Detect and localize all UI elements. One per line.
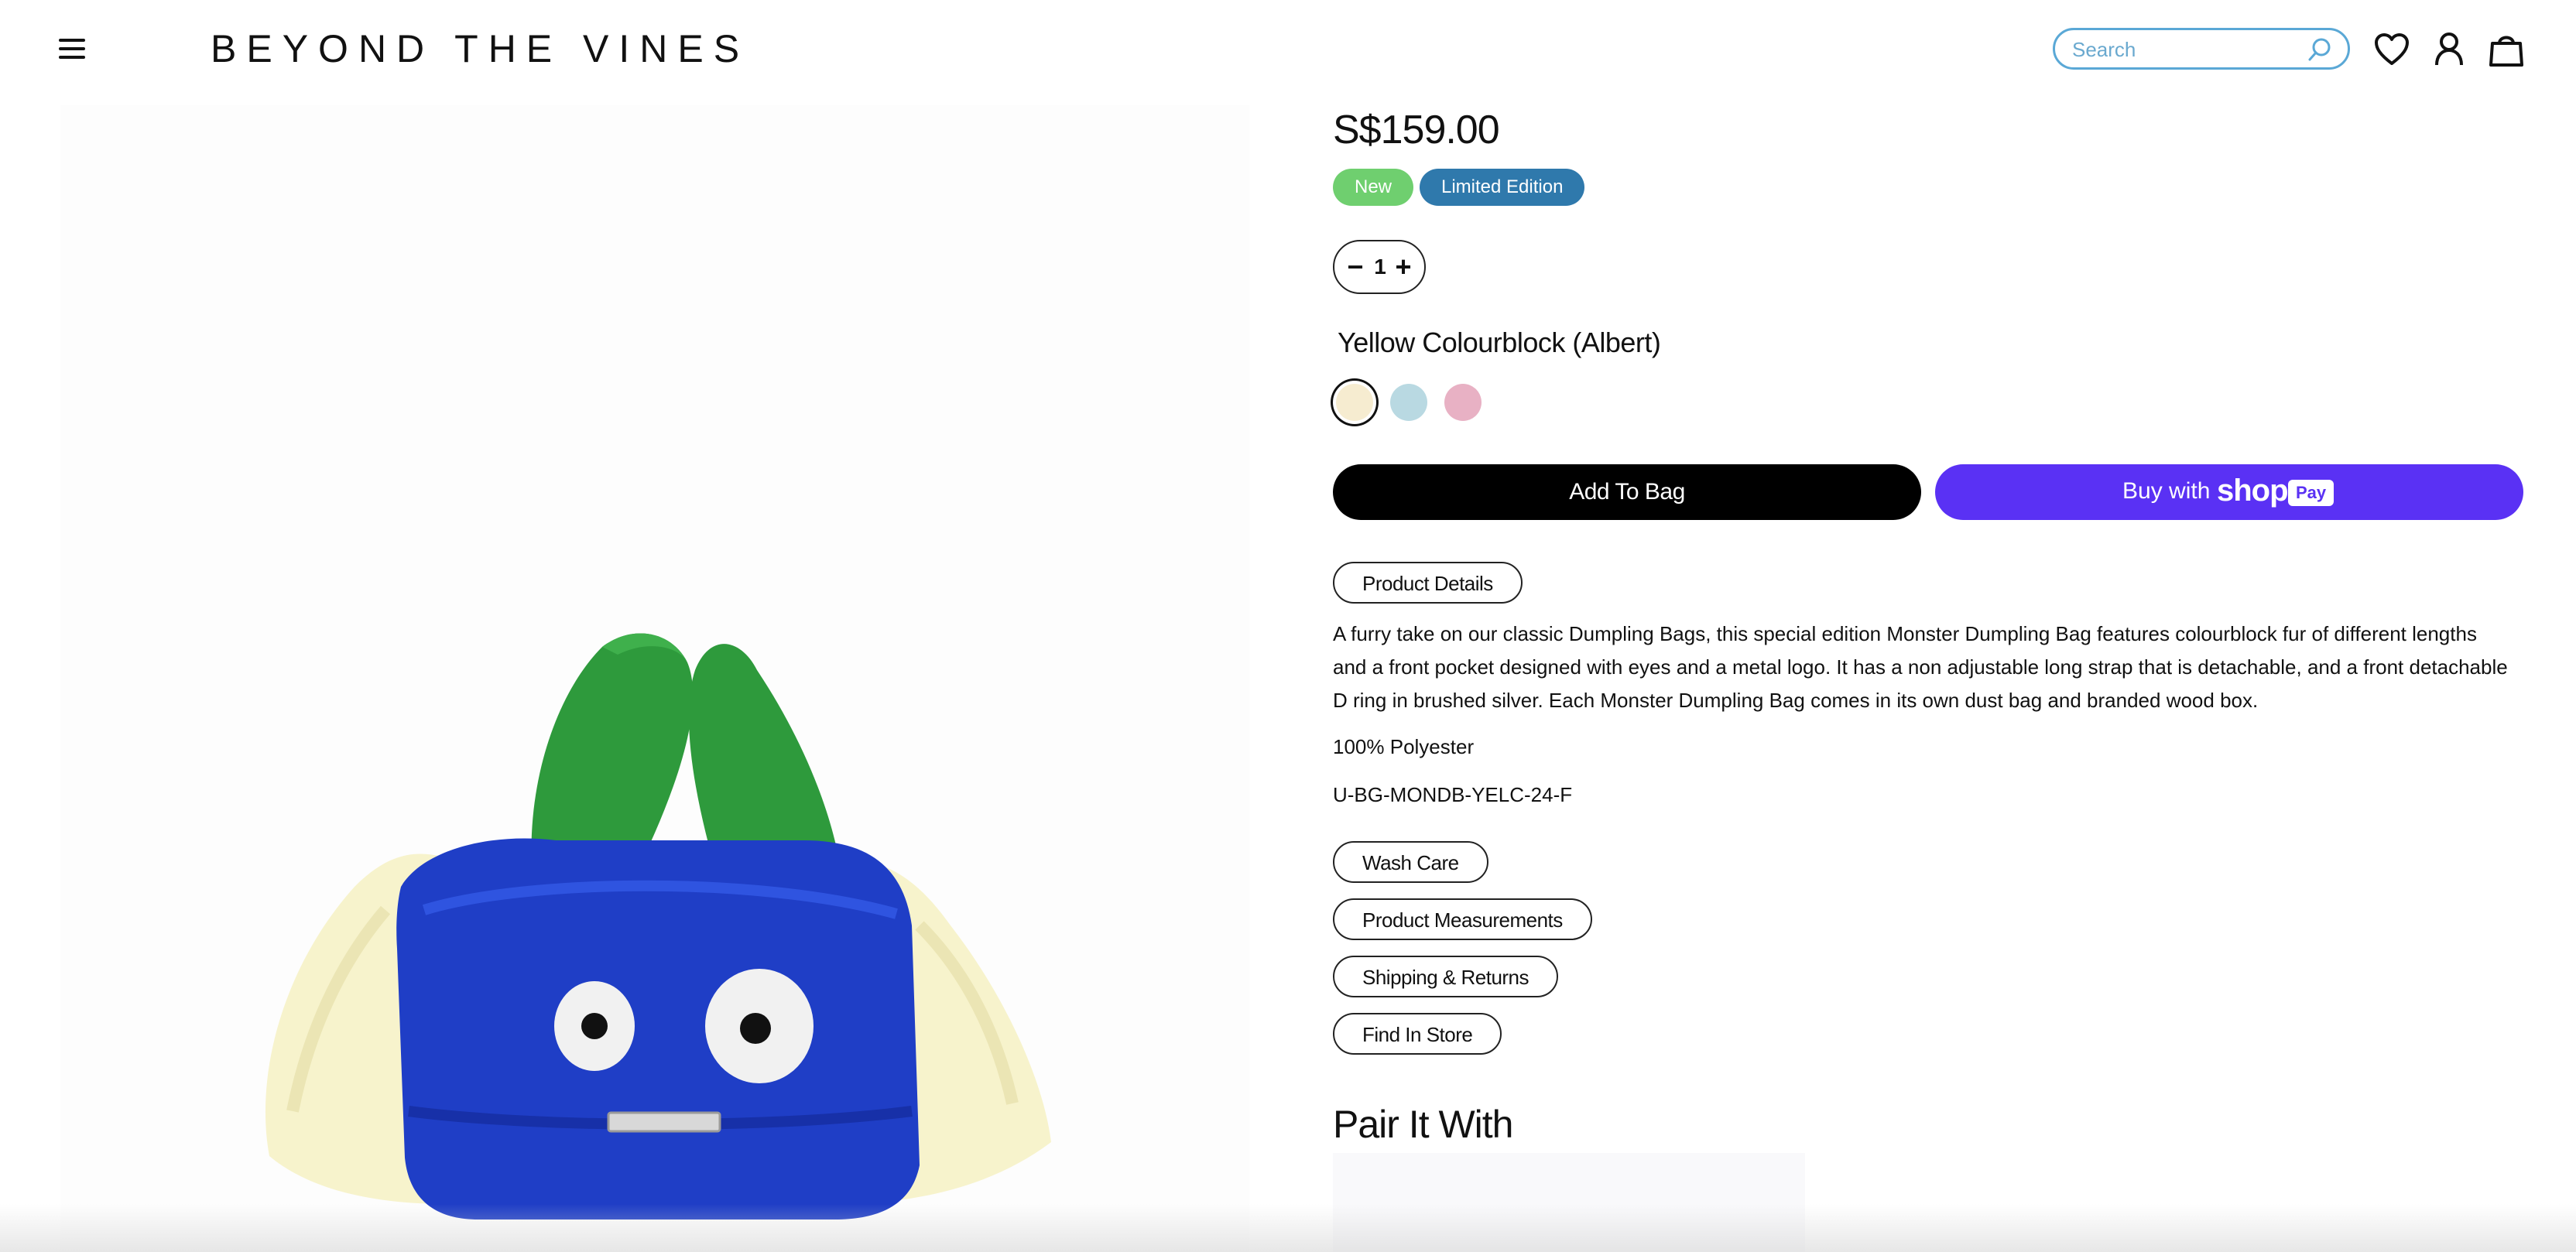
badge-limited-edition: Limited Edition xyxy=(1420,169,1585,206)
site-logo[interactable]: BEYOND THE VINES xyxy=(211,26,749,71)
shipping-returns-tab[interactable]: Shipping & Returns xyxy=(1333,956,1559,997)
product-measurements-tab[interactable]: Product Measurements xyxy=(1333,898,1592,940)
account-icon[interactable] xyxy=(2429,29,2469,70)
shop-pay-button[interactable]: Buy with shop Pay xyxy=(1935,464,2523,520)
swatch-blue[interactable] xyxy=(1390,384,1427,421)
quantity-stepper: − 1 + xyxy=(1333,240,1426,294)
search-bar[interactable] xyxy=(2053,28,2350,70)
site-header: BEYOND THE VINES xyxy=(0,0,2576,99)
product-sku: U-BG-MONDB-YELC-24-F xyxy=(1333,783,1573,806)
shop-pay-logo: shop xyxy=(2217,474,2289,508)
quantity-increase-button[interactable]: + xyxy=(1390,248,1416,286)
pair-product-card[interactable] xyxy=(1333,1153,1805,1252)
product-material: 100% Polyester xyxy=(1333,735,1475,758)
bag-icon[interactable] xyxy=(2486,29,2526,70)
quantity-value[interactable]: 1 xyxy=(1368,248,1392,286)
product-info: S$159.00 New Limited Edition − 1 + Yello… xyxy=(1333,0,2525,1252)
product-price: S$159.00 xyxy=(1333,108,1500,152)
find-in-store-tab[interactable]: Find In Store xyxy=(1333,1013,1502,1055)
swatch-yellow[interactable] xyxy=(1336,384,1373,421)
menu-icon[interactable] xyxy=(59,39,85,59)
monster-bag-illustration xyxy=(265,633,1051,1220)
pair-it-with-heading: Pair It With xyxy=(1333,1103,1513,1146)
add-to-bag-button[interactable]: Add To Bag xyxy=(1333,464,1921,520)
shop-pay-prefix: Buy with xyxy=(2122,478,2211,504)
product-image[interactable] xyxy=(60,105,1249,1252)
swatch-pink[interactable] xyxy=(1444,384,1482,421)
search-input[interactable] xyxy=(2071,35,2298,64)
quantity-decrease-button[interactable]: − xyxy=(1342,248,1368,286)
heart-icon[interactable] xyxy=(2372,29,2412,70)
product-details-tab[interactable]: Product Details xyxy=(1333,562,1523,604)
wash-care-tab[interactable]: Wash Care xyxy=(1333,841,1488,883)
badge-new: New xyxy=(1333,169,1414,206)
search-icon[interactable] xyxy=(2306,36,2334,64)
shop-pay-badge: Pay xyxy=(2288,480,2334,506)
product-description: A furry take on our classic Dumpling Bag… xyxy=(1333,622,2508,712)
variant-name: Yellow Colourblock (Albert) xyxy=(1338,327,1661,358)
